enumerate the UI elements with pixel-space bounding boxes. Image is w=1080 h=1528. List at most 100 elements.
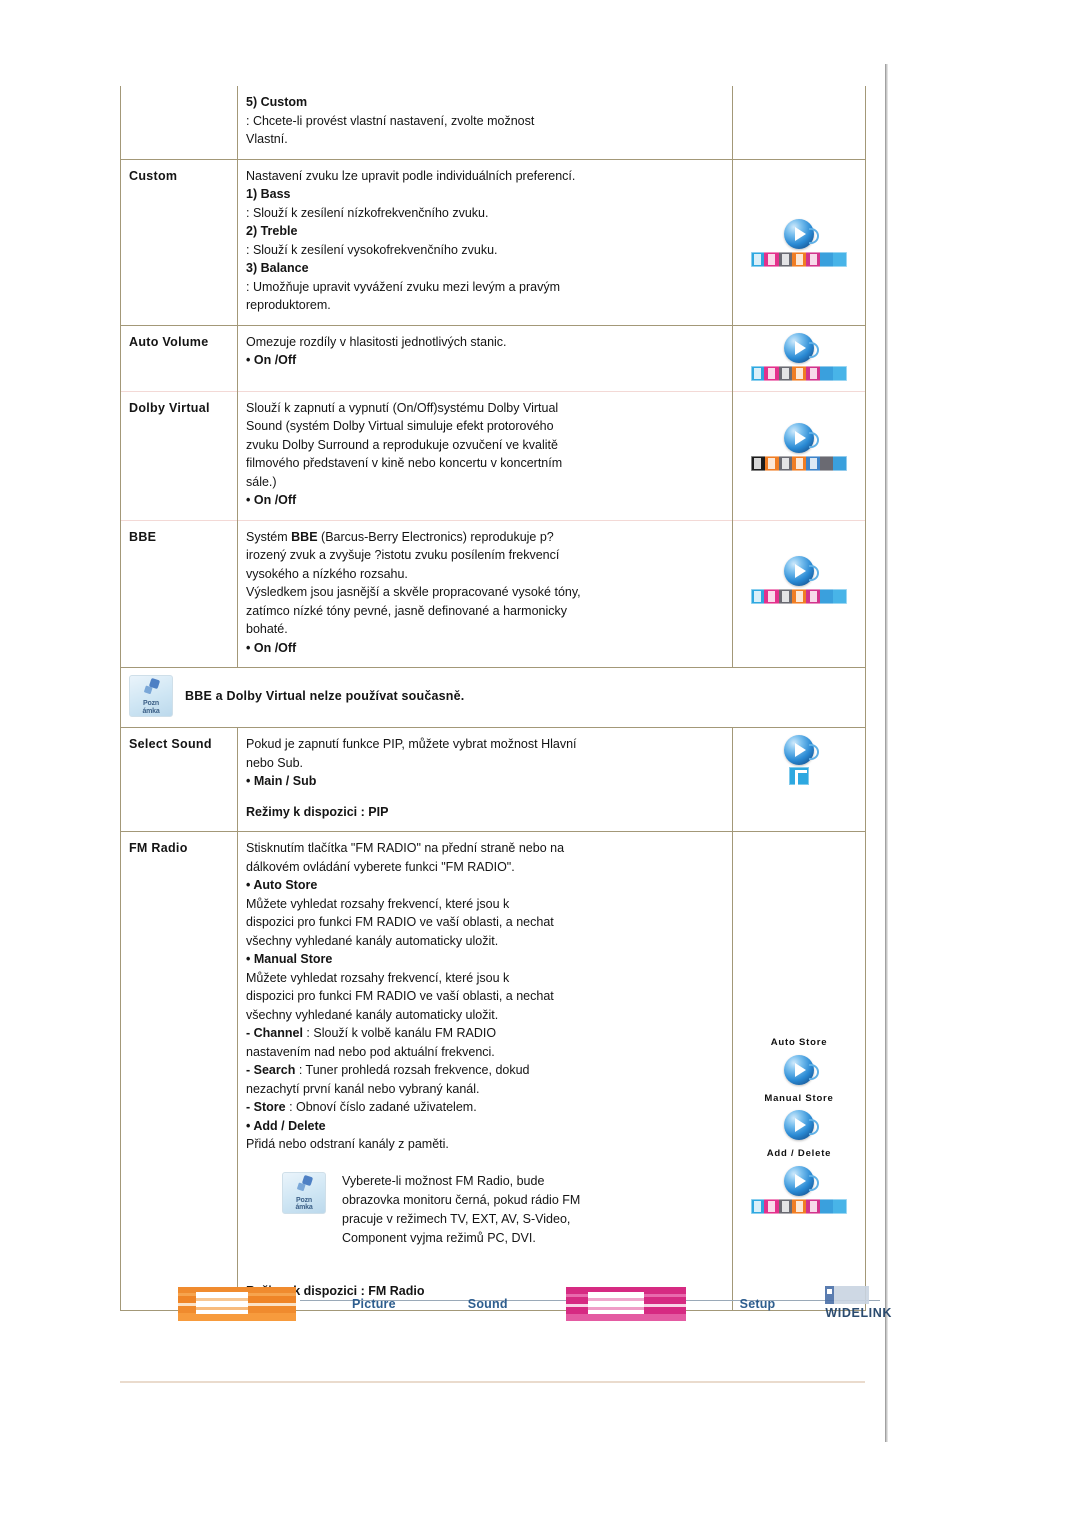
sound-settings-table: 5) Custom : Chcete-li provést vlastní na… (120, 86, 866, 1311)
footer-navigation: Picture Sound Setup WIDELINK (120, 1286, 891, 1342)
text-line: Auto Store (246, 876, 724, 895)
text-line: Režimy k dispozici : PIP (246, 804, 389, 819)
osd-orb-icon (784, 422, 819, 453)
text-line: - Store : Obnoví číslo zadané uživatelem… (246, 1100, 477, 1114)
nav-highlight-block-orange[interactable] (178, 1287, 296, 1322)
text-line: : Slouží k zesílení vysokofrekvenčního z… (246, 242, 498, 257)
table-row: Custom Nastavení zvuku lze upravit podle… (120, 158, 866, 325)
row-icons: Auto Store Manual Store Add / Delete (732, 831, 866, 1311)
icon-group-manual-store: Manual Store (741, 1090, 857, 1140)
osd-tiles-icon (751, 1198, 847, 1214)
row-label: Select Sound (120, 727, 238, 832)
text-line: 5) Custom (246, 95, 308, 109)
osd-tiles-icon (751, 251, 847, 267)
nav-picture[interactable]: Picture (352, 1295, 396, 1313)
osd-orb-icon (784, 1165, 819, 1196)
icon-caption: Manual Store (764, 1092, 834, 1104)
text-line: dispozici pro funkci FM RADIO ve vaší ob… (246, 989, 554, 1003)
row-body: 5) Custom : Chcete-li provést vlastní na… (237, 86, 733, 159)
text-line: - Channel : Slouží k volbě kanálu FM RAD… (246, 1026, 497, 1040)
text-line: Add / Delete (246, 1117, 724, 1136)
text-line: všechny vyhledané kanály automaticky ulo… (246, 933, 499, 948)
row-label: BBE (120, 519, 238, 668)
text-line: 3) Balance (246, 261, 309, 275)
page-edge-shadow (885, 64, 888, 1442)
nav-block-pink[interactable] (565, 1287, 686, 1322)
note-text: BBE a Dolby Virtual nelze používat souča… (185, 688, 465, 703)
row-body: Stisknutím tlačítka "FM RADIO" na přední… (237, 831, 733, 1311)
osd-orb-icon (784, 332, 819, 363)
osd-orb-icon (784, 1054, 819, 1085)
osd-pip-tile-icon (789, 767, 809, 788)
nav-setup-label: Setup (739, 1297, 776, 1312)
row-label (120, 86, 238, 159)
text-line: On /Off (246, 351, 724, 370)
table-row: Dolby Virtual Slouží k zapnutí a vypnutí… (120, 390, 866, 520)
nav-highlight-block-pink[interactable] (565, 1287, 686, 1322)
text-line: Přidá nebo odstraní kanály z paměti. (246, 1137, 449, 1151)
text-line: Main / Sub (246, 772, 724, 791)
text-line: : Slouží k zesílení nízkofrekvenčního zv… (246, 205, 489, 220)
text-line: Stisknutím tlačítka "FM RADIO" na přední… (246, 841, 565, 855)
row-body: Systém BBE (Barcus-Berry Electronics) re… (237, 519, 733, 668)
table-row: FM Radio Stisknutím tlačítka "FM RADIO" … (120, 831, 866, 1311)
bottom-horizontal-rule (120, 1381, 865, 1383)
table-row: 5) Custom : Chcete-li provést vlastní na… (120, 86, 866, 159)
osd-orb-icon (784, 555, 819, 586)
inner-note: Pozn ámka Vyberete-li možnost FM Radio, b… (282, 1171, 724, 1248)
text-line: On /Off (246, 491, 724, 510)
text-line: filmového představení v kině nebo koncer… (246, 456, 563, 470)
icon-group-add-delete: Add / Delete (741, 1145, 857, 1214)
row-icons (732, 86, 866, 159)
text-line: Můžete vyhledat rozsahy frekvencí, které… (246, 896, 510, 911)
table-row: Select Sound Pokud je zapnutí funkce PIP… (120, 727, 866, 832)
row-label: Auto Volume (120, 324, 238, 391)
osd-tiles-icon (751, 588, 847, 604)
row-body: Slouží k zapnutí a vypnutí (On/Off)systé… (237, 390, 733, 520)
nav-picture-label: Picture (352, 1297, 396, 1312)
row-icons (732, 158, 866, 325)
text-line: zatímco nízké tóny pevné, jasně definova… (246, 603, 568, 618)
text-line: vysokého a nízkého rozsahu. (246, 566, 408, 581)
nav-sound[interactable]: Sound (468, 1295, 508, 1313)
row-body: Pokud je zapnutí funkce PIP, můžete vybr… (237, 727, 733, 832)
nav-sound-label: Sound (467, 1297, 508, 1312)
text-line: Omezuje rozdíly v hlasitosti jednotlivýc… (246, 334, 507, 349)
icon-caption: Add / Delete (766, 1148, 832, 1159)
osd-orb-icon (784, 1110, 819, 1140)
text-line: Vlastní. (246, 132, 288, 146)
icon-group-auto-store: Auto Store (741, 1034, 857, 1085)
nav-setup[interactable]: Setup (740, 1295, 776, 1313)
note-row: Pozn ámka BBE a Dolby Virtual nelze použí… (120, 667, 866, 728)
text-line: Můžete vyhledat rozsahy frekvencí, které… (246, 970, 510, 985)
row-icons (732, 390, 866, 520)
osd-tiles-icon (751, 455, 847, 471)
text-line: zvuku Dolby Surround a reprodukuje ozvuč… (246, 437, 558, 452)
table-row: BBE Systém BBE (Barcus-Berry Electronics… (120, 519, 866, 668)
row-icons (732, 727, 866, 832)
table-row-note: Pozn ámka BBE a Dolby Virtual nelze použí… (120, 667, 866, 728)
text-line: sále.) (246, 474, 277, 489)
row-icons (732, 519, 866, 668)
text-line: Systém BBE (Barcus-Berry Electronics) re… (246, 529, 554, 544)
note-icon: Pozn ámka (282, 1171, 326, 1214)
nav-block-orange[interactable] (178, 1287, 296, 1322)
text-line: nezachytí první kanál nebo vybraný kanál… (246, 1081, 480, 1096)
text-line: Nastavení zvuku lze upravit podle indivi… (246, 168, 576, 183)
icon-caption: Auto Store (770, 1037, 828, 1048)
nav-widelink[interactable]: WIDELINK (825, 1286, 892, 1322)
text-line: 2) Treble (246, 224, 298, 238)
osd-orb-icon (784, 218, 819, 249)
text-line: irozený zvuk a zvyšuje ?istotu zvuku pos… (246, 548, 560, 562)
text-line: Sound (systém Dolby Virtual simuluje efe… (246, 419, 554, 433)
text-line: reproduktorem. (246, 298, 331, 312)
row-label: Dolby Virtual (120, 390, 238, 520)
osd-tiles-icon (751, 365, 847, 381)
text-line: nastavením nad nebo pod aktuální frekven… (246, 1044, 495, 1059)
text-line: dálkovém ovládání vyberete funkci "FM RA… (246, 859, 515, 874)
text-line: nebo Sub. (246, 755, 303, 770)
text-line: Pokud je zapnutí funkce PIP, můžete vybr… (246, 737, 577, 751)
row-label: Custom (120, 158, 238, 325)
text-line: : Umožňuje upravit vyvážení zvuku mezi l… (246, 279, 560, 294)
nav-widelink-label: WIDELINK (825, 1306, 893, 1320)
